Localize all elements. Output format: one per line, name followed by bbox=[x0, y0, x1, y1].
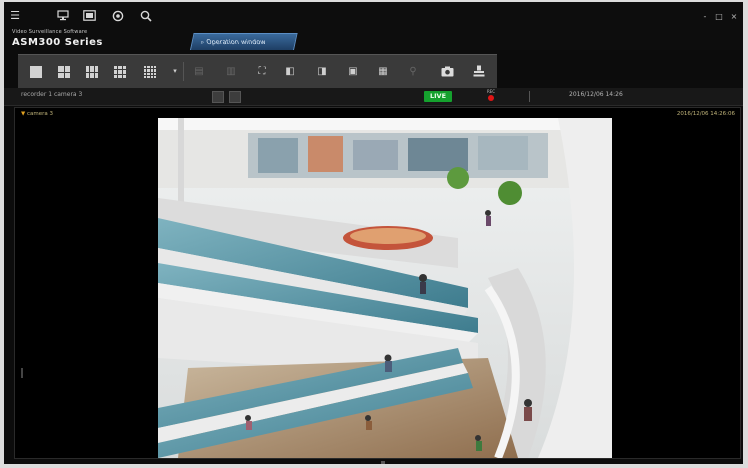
pane-camera-marker: ▼ bbox=[21, 111, 26, 117]
next-page-icon[interactable]: ▥ bbox=[222, 63, 240, 80]
record-indicator: REC bbox=[484, 89, 498, 104]
video-pane[interactable]: ▼ camera 3 2016/12/06 14:26:06 bbox=[14, 107, 741, 459]
tab-operation-window[interactable]: ⌕ Operation window bbox=[190, 33, 298, 50]
status-bar: recorder 1 camera 3 LIVE REC 2016/12/06 … bbox=[4, 88, 743, 106]
layout-dropdown-icon[interactable]: ▾ bbox=[170, 63, 180, 80]
maximize-button[interactable]: □ bbox=[714, 12, 724, 21]
search-icon[interactable] bbox=[139, 10, 153, 25]
minimize-button[interactable]: - bbox=[700, 12, 710, 21]
previous-page-icon[interactable]: ▤ bbox=[190, 63, 208, 80]
toolbar-separator bbox=[183, 62, 184, 81]
layout-6-split-icon[interactable] bbox=[86, 66, 98, 78]
settings-icon[interactable] bbox=[111, 10, 125, 25]
snapshot-icon[interactable]: ▣ bbox=[344, 63, 362, 80]
bottom-handle[interactable] bbox=[381, 461, 385, 464]
tab-label: Operation window bbox=[205, 38, 267, 46]
layout-9-split-icon[interactable] bbox=[114, 66, 126, 78]
next-button[interactable] bbox=[229, 91, 241, 103]
datetime: 2016/12/06 14:26 bbox=[569, 91, 623, 98]
close-button[interactable]: × bbox=[729, 12, 739, 21]
layout-1-split-icon[interactable] bbox=[30, 66, 42, 78]
rec-dot-icon bbox=[488, 95, 494, 101]
ptz-control-icon[interactable] bbox=[470, 63, 488, 80]
camera-icon[interactable] bbox=[438, 63, 456, 80]
live-badge[interactable]: LIVE bbox=[424, 91, 452, 102]
title-bar: ☰ Video Surveillance Software ASM300 Ser… bbox=[4, 2, 743, 50]
rec-label: REC bbox=[486, 89, 496, 94]
display-icon[interactable] bbox=[82, 10, 96, 24]
status-divider bbox=[529, 91, 530, 102]
toolbar: ▾ ▤ ▥ ⛶ ◧ ◨ ▣ ▦ ⚲ bbox=[18, 54, 497, 89]
layout-16-split-icon[interactable] bbox=[144, 66, 156, 78]
prev-button[interactable] bbox=[212, 91, 224, 103]
layout-4-split-icon[interactable] bbox=[58, 66, 70, 78]
brand-subtitle: Video Surveillance Software bbox=[12, 29, 88, 35]
fullscreen-icon[interactable]: ⛶ bbox=[253, 63, 271, 80]
side-handle[interactable] bbox=[21, 368, 23, 378]
playback-icon[interactable]: ▦ bbox=[374, 63, 392, 80]
brand-name: ASM300 Series bbox=[12, 37, 103, 48]
pane-camera-name: ▼ camera 3 bbox=[21, 111, 53, 117]
monitor-icon[interactable] bbox=[56, 10, 70, 24]
selected-camera-label: recorder 1 camera 3 bbox=[21, 91, 83, 98]
pane-camera-label: camera 3 bbox=[26, 111, 53, 117]
app-window: ☰ Video Surveillance Software ASM300 Ser… bbox=[4, 2, 743, 464]
record-icon[interactable]: ◨ bbox=[313, 63, 331, 80]
audio-icon[interactable]: ◧ bbox=[281, 63, 299, 80]
alarm-icon[interactable]: ⚲ bbox=[404, 63, 422, 80]
pane-timestamp: 2016/12/06 14:26:06 bbox=[676, 111, 735, 117]
menu-icon[interactable]: ☰ bbox=[9, 10, 21, 22]
camera-feed-image bbox=[158, 118, 612, 458]
